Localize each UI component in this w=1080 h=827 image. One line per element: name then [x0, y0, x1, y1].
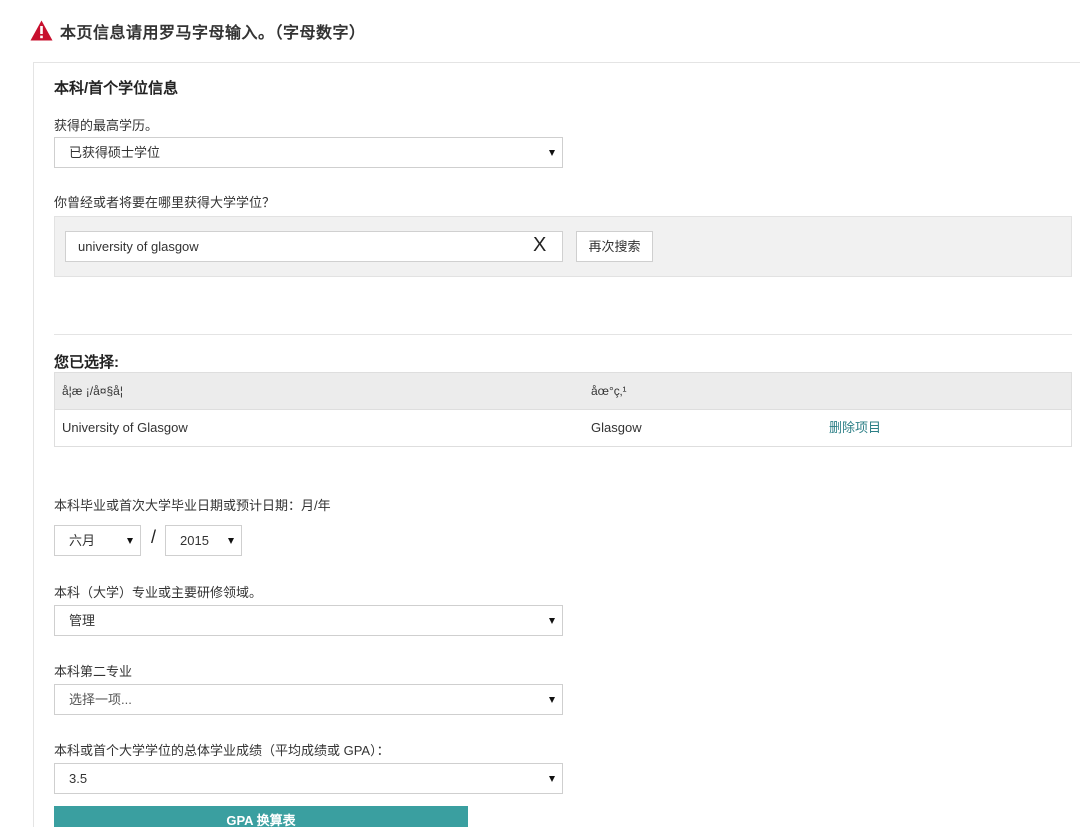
graduation-year-value: 2015	[180, 533, 209, 548]
dropdown-arrow-icon	[549, 618, 555, 624]
school-location: Glasgow	[591, 420, 642, 435]
university-search-label: 你曾经或者将要在哪里获得大学学位？	[54, 195, 276, 210]
graduation-year-select[interactable]: 2015	[165, 525, 242, 556]
school-name: University of Glasgow	[62, 420, 188, 435]
major-select[interactable]: 管理	[54, 605, 563, 636]
graduation-month-select[interactable]: 六月	[54, 525, 141, 556]
dropdown-arrow-icon	[228, 538, 234, 544]
university-search-input[interactable]	[65, 231, 563, 262]
graduation-month-value: 六月	[69, 533, 96, 548]
warning-triangle-icon	[30, 20, 53, 41]
gpa-converter-button[interactable]: GPA 换算表	[54, 806, 468, 827]
major-value: 管理	[69, 613, 96, 628]
second-major-select[interactable]: 选择一项...	[54, 684, 563, 715]
major-label: 本科（大学）专业或主要研修领域。	[54, 585, 263, 600]
selected-university-table: å¦æ ¡/å¤§å¦ åœ°ç‚¹ University of Glasgow…	[54, 372, 1072, 447]
romanization-warning: 本页信息请用罗马字母输入。（字母数字）	[60, 25, 366, 42]
gpa-value: 3.5	[69, 771, 88, 786]
column-header-location: åœ°ç‚¹	[591, 384, 627, 398]
column-header-school: å¦æ ¡/å¤§å¦	[62, 384, 123, 398]
second-major-value: 选择一项...	[69, 692, 132, 707]
dropdown-arrow-icon	[549, 776, 555, 782]
dropdown-arrow-icon	[549, 150, 555, 156]
section-title: 本科/首个学位信息	[54, 80, 179, 97]
dropdown-arrow-icon	[127, 538, 133, 544]
search-again-button[interactable]: 再次搜索	[576, 231, 653, 262]
gpa-select[interactable]: 3.5	[54, 763, 563, 794]
graduation-date-label: 本科毕业或首次大学毕业日期或预计日期：月/年	[54, 498, 331, 513]
highest-degree-select[interactable]: 已获得硕士学位	[54, 137, 563, 168]
highest-degree-label: 获得的最高学历。	[54, 118, 159, 133]
highest-degree-value: 已获得硕士学位	[69, 145, 161, 160]
second-major-label: 本科第二专业	[54, 664, 133, 679]
dropdown-arrow-icon	[549, 697, 555, 703]
gpa-label: 本科或首个大学学位的总体学业成绩（平均成绩或 GPA）：	[54, 743, 390, 758]
date-separator: /	[151, 527, 157, 547]
selected-title: 您已选择:	[54, 354, 119, 371]
clear-search-button[interactable]: X	[533, 234, 546, 257]
delete-item-link[interactable]: 删除项目	[829, 410, 881, 446]
table-row: University of Glasgow Glasgow 删除项目	[55, 410, 1071, 446]
table-header: å¦æ ¡/å¤§å¦ åœ°ç‚¹	[55, 373, 1071, 410]
section-divider	[54, 334, 1072, 335]
